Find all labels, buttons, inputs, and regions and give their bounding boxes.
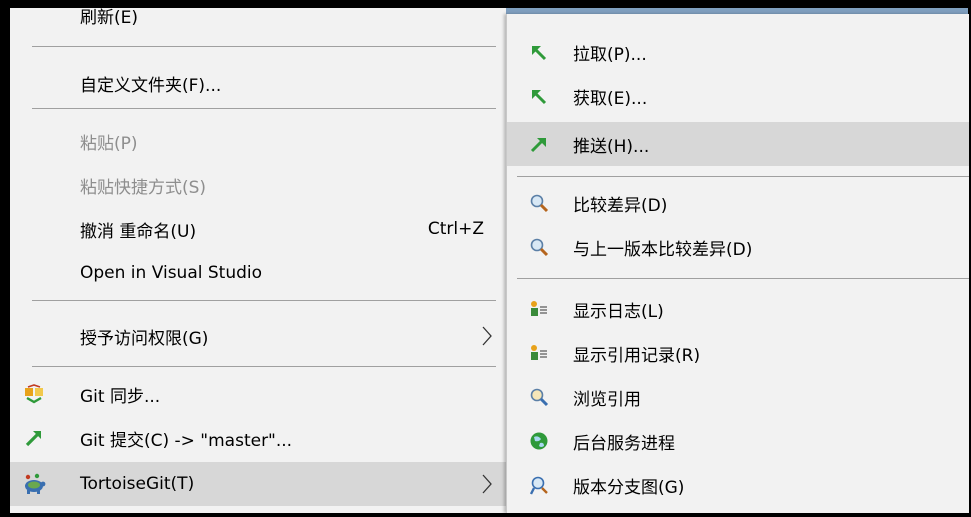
submenu-item-pull-label: 拉取(P)... bbox=[573, 44, 647, 65]
globe-icon bbox=[530, 432, 548, 450]
menu-item-refresh-label: 刷新(E) bbox=[80, 8, 139, 28]
menu-item-git-commit[interactable]: Git 提交(C) -> "master"... bbox=[10, 418, 506, 458]
submenu-item-diff[interactable]: 比较差异(D) bbox=[507, 182, 969, 224]
reflog-icon bbox=[531, 345, 547, 360]
menu-item-undo-rename-label: 撤消 重命名(U) bbox=[80, 221, 197, 242]
menu-item-paste[interactable]: 粘贴(P) bbox=[10, 122, 506, 160]
submenu-item-daemon[interactable]: 后台服务进程 bbox=[507, 420, 969, 462]
menu-separator bbox=[517, 176, 969, 177]
menu-separator bbox=[32, 366, 496, 367]
fetch-arrow-icon bbox=[532, 90, 547, 105]
menu-separator bbox=[32, 300, 496, 301]
menu-item-tortoisegit[interactable]: TortoiseGit(T) bbox=[10, 462, 506, 506]
magnifier-icon bbox=[530, 238, 549, 257]
push-arrow-icon bbox=[530, 138, 546, 153]
submenu-item-revision-graph[interactable]: 版本分支图(G) bbox=[507, 464, 969, 506]
submenu-item-show-log-label: 显示日志(L) bbox=[573, 301, 664, 322]
tortoisegit-submenu: 拉取(P)... 获取(E)... 推送(H)... 比较差异(D) 与上一版本… bbox=[506, 14, 969, 513]
menu-item-paste-shortcut[interactable]: 粘贴快捷方式(S) bbox=[10, 166, 506, 204]
submenu-item-fetch-label: 获取(E)... bbox=[573, 88, 648, 109]
submenu-item-show-log[interactable]: 显示日志(L) bbox=[507, 288, 969, 330]
menu-separator bbox=[517, 278, 969, 279]
tortoisegit-icon bbox=[25, 473, 46, 494]
submenu-item-diff-previous[interactable]: 与上一版本比较差异(D) bbox=[507, 226, 969, 268]
submenu-item-diff-label: 比较差异(D) bbox=[573, 195, 668, 216]
pull-arrow-icon bbox=[532, 46, 547, 61]
revision-graph-icon bbox=[529, 476, 548, 495]
menu-separator bbox=[32, 46, 496, 47]
menu-item-open-in-visual-studio[interactable]: Open in Visual Studio bbox=[10, 254, 506, 292]
menu-item-grant-access-label: 授予访问权限(G) bbox=[80, 328, 209, 349]
browse-refs-icon bbox=[530, 388, 549, 407]
chevron-right-icon bbox=[482, 326, 492, 346]
menu-item-undo-shortcut: Ctrl+Z bbox=[427, 219, 484, 239]
menu-item-git-commit-label: Git 提交(C) -> "master"... bbox=[80, 430, 293, 451]
submenu-item-push-label: 推送(H)... bbox=[573, 136, 650, 157]
submenu-item-push[interactable]: 推送(H)... bbox=[507, 122, 969, 166]
git-commit-arrow-icon bbox=[25, 431, 41, 447]
menu-item-paste-label: 粘贴(P) bbox=[80, 133, 138, 154]
menu-item-git-sync-label: Git 同步... bbox=[80, 386, 161, 407]
menu-item-open-in-visual-studio-label: Open in Visual Studio bbox=[80, 263, 263, 283]
menu-item-paste-shortcut-label: 粘贴快捷方式(S) bbox=[80, 177, 207, 198]
git-sync-icon bbox=[25, 384, 43, 404]
submenu-item-show-reflog[interactable]: 显示引用记录(R) bbox=[507, 332, 969, 374]
menu-item-customize-folder[interactable]: 自定义文件夹(F)... bbox=[10, 64, 506, 102]
chevron-right-icon bbox=[482, 474, 492, 494]
menu-item-refresh[interactable]: 刷新(E) bbox=[10, 8, 506, 30]
menu-item-customize-folder-label: 自定义文件夹(F)... bbox=[80, 75, 222, 96]
magnifier-icon bbox=[530, 194, 549, 213]
submenu-item-show-reflog-label: 显示引用记录(R) bbox=[573, 345, 701, 366]
menu-item-tortoisegit-label: TortoiseGit(T) bbox=[80, 474, 195, 494]
explorer-context-menu: 刷新(E) 自定义文件夹(F)... 粘贴(P) 粘贴快捷方式(S) 撤消 重命… bbox=[10, 8, 506, 513]
submenu-item-fetch[interactable]: 获取(E)... bbox=[507, 76, 969, 116]
submenu-item-daemon-label: 后台服务进程 bbox=[573, 433, 675, 454]
submenu-item-revision-graph-label: 版本分支图(G) bbox=[573, 477, 685, 498]
menu-item-git-sync[interactable]: Git 同步... bbox=[10, 374, 506, 414]
submenu-item-browse-refs[interactable]: 浏览引用 bbox=[507, 376, 969, 418]
menu-item-grant-access[interactable]: 授予访问权限(G) bbox=[10, 316, 506, 356]
menu-item-undo-rename[interactable]: 撤消 重命名(U) Ctrl+Z bbox=[10, 210, 506, 248]
submenu-item-diff-previous-label: 与上一版本比较差异(D) bbox=[573, 239, 753, 260]
submenu-item-pull[interactable]: 拉取(P)... bbox=[507, 32, 969, 72]
menu-separator bbox=[32, 108, 496, 109]
log-icon bbox=[531, 301, 547, 316]
submenu-item-browse-refs-label: 浏览引用 bbox=[573, 389, 641, 410]
